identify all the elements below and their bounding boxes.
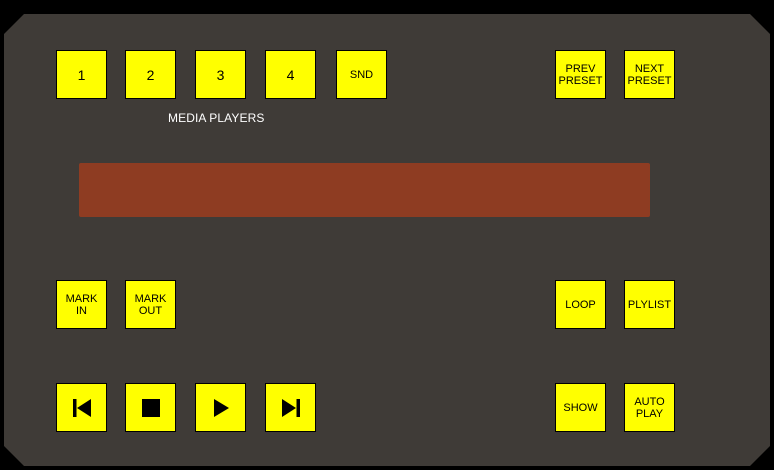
status-display (79, 163, 650, 217)
media-player-1-button[interactable]: 1 (56, 50, 107, 99)
auto-play-button[interactable]: AUTO PLAY (624, 383, 675, 432)
show-button[interactable]: SHOW (555, 383, 606, 432)
control-frame: 1 2 3 4 SND MEDIA PLAYERS PREV PRESET NE… (0, 0, 774, 470)
media-player-4-button[interactable]: 4 (265, 50, 316, 99)
media-players-label: MEDIA PLAYERS (168, 111, 265, 125)
auto-play-label: AUTO PLAY (634, 395, 665, 420)
next-preset-label: NEXT PRESET (627, 62, 672, 87)
prev-preset-button[interactable]: PREV PRESET (555, 50, 606, 99)
playlist-button[interactable]: PLYLIST (624, 280, 675, 329)
prev-preset-label: PREV PRESET (558, 62, 603, 87)
media-player-3-label: 3 (216, 66, 225, 83)
playlist-label: PLYLIST (627, 298, 672, 311)
stop-icon (141, 398, 160, 417)
play-button[interactable] (195, 383, 246, 432)
media-player-2-label: 2 (146, 66, 155, 83)
skip-forward-icon (281, 398, 300, 417)
skip-back-button[interactable] (56, 383, 107, 432)
mark-out-label: MARK OUT (134, 292, 167, 317)
show-label: SHOW (563, 401, 598, 414)
loop-button[interactable]: LOOP (555, 280, 606, 329)
mark-in-label: MARK IN (65, 292, 98, 317)
skip-back-icon (72, 398, 91, 417)
next-preset-button[interactable]: NEXT PRESET (624, 50, 675, 99)
mark-out-button[interactable]: MARK OUT (125, 280, 176, 329)
media-player-2-button[interactable]: 2 (125, 50, 176, 99)
skip-forward-button[interactable] (265, 383, 316, 432)
media-player-3-button[interactable]: 3 (195, 50, 246, 99)
sound-label: SND (349, 68, 374, 81)
media-player-1-label: 1 (77, 66, 86, 83)
media-player-4-label: 4 (286, 66, 295, 83)
mark-in-button[interactable]: MARK IN (56, 280, 107, 329)
loop-label: LOOP (565, 298, 596, 311)
play-icon (213, 398, 229, 417)
stop-button[interactable] (125, 383, 176, 432)
sound-button[interactable]: SND (336, 50, 387, 99)
